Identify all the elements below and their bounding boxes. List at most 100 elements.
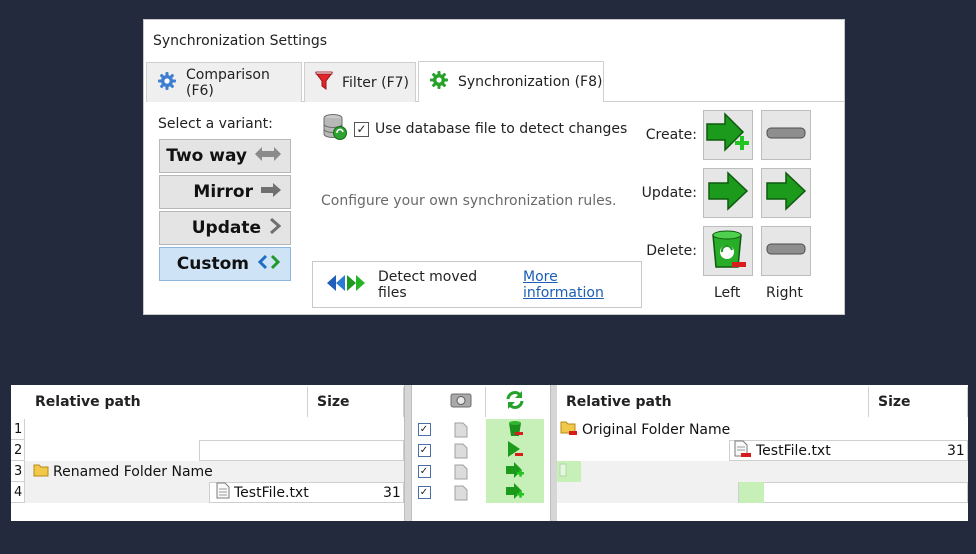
- recycle-bin-icon: [708, 227, 748, 275]
- category-icon-cell: [448, 482, 474, 503]
- folder-delete-icon: [560, 419, 578, 440]
- delete-label: Delete:: [646, 243, 697, 259]
- sync-action-cell[interactable]: [486, 482, 544, 503]
- detect-moved-files-box: Detect moved files More information: [312, 261, 642, 308]
- more-information-link[interactable]: More information: [523, 269, 641, 301]
- table-row[interactable]: 3 Renamed Folder Name: [11, 461, 404, 482]
- filter-icon: [315, 71, 333, 95]
- tab-synchronization-label: Synchronization (F8): [458, 74, 603, 90]
- custom-arrows-icon: [257, 254, 281, 275]
- tab-comparison-label: Comparison (F6): [186, 66, 270, 99]
- variant-two-way-button[interactable]: Two way: [159, 139, 291, 173]
- category-icon-cell: [448, 440, 474, 461]
- none-dash-icon: [766, 242, 806, 260]
- table-row[interactable]: Original Folder Name: [557, 419, 968, 440]
- variant-custom-button[interactable]: Custom: [159, 247, 291, 281]
- dialog-title: Synchronization Settings: [153, 33, 328, 49]
- right-arrow-icon: [261, 182, 281, 202]
- delete-left-button[interactable]: [703, 226, 753, 276]
- table-row[interactable]: 1: [11, 419, 404, 440]
- delete-arrow-small-icon: [506, 440, 524, 462]
- sync-action-cell[interactable]: [486, 440, 544, 461]
- variant-custom-label: Custom: [176, 254, 249, 274]
- file-entry: TestFile.txt: [216, 482, 309, 503]
- folder-entry: Renamed Folder Name: [33, 461, 213, 482]
- left-pane: Relative path Size 1 2 3 Renamed Folder …: [11, 385, 404, 521]
- file-name: TestFile.txt: [234, 484, 309, 501]
- create-right-small-icon: [505, 482, 525, 504]
- row-number: 3: [11, 461, 25, 482]
- left-splitter[interactable]: [404, 385, 412, 521]
- create-right-button[interactable]: [761, 110, 811, 160]
- sync-column-header[interactable]: [486, 387, 544, 417]
- create-left-arrow-icon: [705, 111, 751, 159]
- sync-action-cell[interactable]: [486, 461, 544, 482]
- tab-comparison[interactable]: Comparison (F6): [146, 62, 302, 102]
- left-column-label: Left: [714, 285, 741, 301]
- database-option: ✓ Use database file to detect changes: [322, 113, 627, 145]
- create-placeholder-cell: [557, 461, 581, 482]
- sync-action-cell[interactable]: [486, 419, 544, 440]
- folder-name: Renamed Folder Name: [53, 463, 213, 480]
- sync-settings-dialog: Synchronization Settings Comparison (F6)…: [143, 19, 845, 315]
- two-way-arrow-icon: [255, 146, 281, 166]
- file-entry: TestFile.txt: [734, 440, 831, 461]
- tab-filter[interactable]: Filter (F7): [304, 62, 416, 102]
- row-checkbox[interactable]: ✓: [412, 440, 436, 461]
- table-row[interactable]: 4 TestFile.txt 31: [11, 482, 404, 503]
- tab-synchronization[interactable]: Synchronization (F8): [418, 61, 604, 102]
- gear-icon: [157, 71, 177, 95]
- file-size: 31: [947, 442, 965, 459]
- tab-bar: Comparison (F6) Filter (F7) Synchronizat…: [146, 61, 844, 102]
- update-right-button[interactable]: [761, 168, 811, 218]
- right-header-size[interactable]: Size: [869, 387, 968, 417]
- database-checkbox[interactable]: ✓: [354, 121, 369, 137]
- right-column-label: Right: [766, 285, 803, 301]
- detect-moved-label: Detect moved files: [378, 268, 478, 301]
- update-right-arrow-icon: [764, 171, 808, 215]
- category-icon-cell: [448, 419, 474, 440]
- folder-name: Original Folder Name: [582, 421, 731, 438]
- create-left-button[interactable]: [703, 110, 753, 160]
- variant-two-way-label: Two way: [166, 146, 247, 166]
- update-left-button[interactable]: [703, 168, 753, 218]
- row-number: 2: [11, 440, 25, 461]
- right-header-path[interactable]: Relative path: [557, 387, 869, 417]
- compare-magnify-icon: [450, 391, 472, 413]
- row-checkbox-box[interactable]: ✓: [417, 465, 431, 478]
- variant-update-label: Update: [191, 218, 261, 238]
- table-row[interactable]: [557, 461, 968, 482]
- chevron-right-icon: [269, 217, 282, 239]
- compare-column-header[interactable]: [436, 387, 486, 417]
- row-number: 4: [11, 482, 25, 503]
- variant-mirror-button[interactable]: Mirror: [159, 175, 291, 209]
- table-row[interactable]: [557, 482, 968, 503]
- database-checkbox-label: Use database file to detect changes: [375, 121, 628, 137]
- row-checkbox[interactable]: ✓: [412, 419, 436, 440]
- table-row[interactable]: 2: [11, 440, 404, 461]
- update-left-arrow-icon: [706, 171, 750, 215]
- left-header-size[interactable]: Size: [308, 387, 404, 417]
- sync-arrows-icon: [505, 390, 525, 414]
- file-cell-frame: [738, 482, 968, 503]
- folder-placeholder-icon: [557, 462, 571, 482]
- row-checkbox[interactable]: ✓: [412, 482, 436, 503]
- table-row[interactable]: TestFile.txt 31: [557, 440, 968, 461]
- row-checkbox[interactable]: ✓: [412, 461, 436, 482]
- update-label: Update:: [641, 185, 697, 201]
- file-comparison-grid: Relative path Size 1 2 3 Renamed Folder …: [11, 385, 968, 521]
- file-category-icon: [454, 422, 468, 437]
- variant-mirror-label: Mirror: [193, 182, 253, 202]
- right-header: Relative path Size: [557, 387, 968, 417]
- variant-update-button[interactable]: Update: [159, 211, 291, 245]
- left-header-path[interactable]: Relative path: [26, 387, 308, 417]
- none-dash-icon: [766, 126, 806, 144]
- text-file-delete-icon: [734, 440, 752, 462]
- row-number: 1: [11, 419, 25, 440]
- row-checkbox-box[interactable]: ✓: [417, 444, 431, 457]
- delete-right-button[interactable]: [761, 226, 811, 276]
- row-checkbox-box[interactable]: ✓: [417, 486, 431, 499]
- row-checkbox-box[interactable]: ✓: [417, 423, 431, 436]
- right-pane: Relative path Size Original Folder Name …: [557, 385, 968, 521]
- database-icon: [322, 113, 348, 145]
